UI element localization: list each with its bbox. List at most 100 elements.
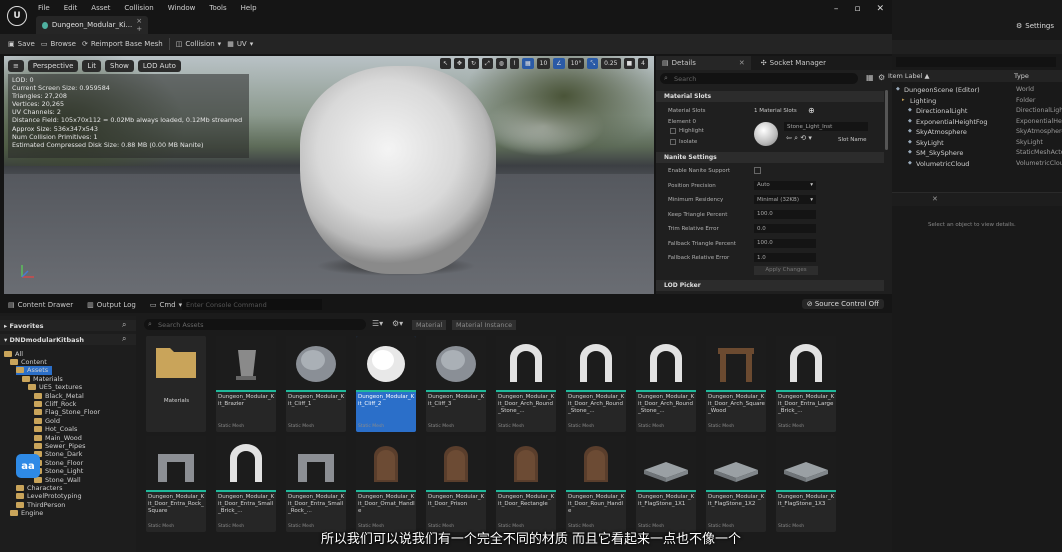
lit-button[interactable]: Lit <box>82 60 102 72</box>
menu-item-tools[interactable]: Tools <box>209 4 226 12</box>
search-icon[interactable]: ⌕ <box>122 334 126 344</box>
menu-item-asset[interactable]: Asset <box>91 4 110 12</box>
grid-snap-toggle[interactable]: ▦ <box>521 58 534 69</box>
settings-icon[interactable]: ⚙▾ <box>392 319 403 328</box>
asset-tile[interactable]: Dungeon_Modular_Kit_FlagStone_1X3 Static … <box>776 436 836 532</box>
tab-details[interactable]: ▤ Details ✕ <box>656 56 751 70</box>
add-slot-icon[interactable]: ⊕ <box>808 106 815 115</box>
asset-tile[interactable]: Dungeon_Modular_Kit_Door_Arch_Square_Woo… <box>706 336 766 432</box>
highlight-checkbox[interactable] <box>670 128 676 134</box>
asset-tile[interactable]: Dungeon_Modular_Kit_Cliff_2 Static Mesh <box>356 336 416 432</box>
menu-item-help[interactable]: Help <box>241 4 257 12</box>
reimport-button[interactable]: ⟳ Reimport Base Mesh <box>82 40 163 48</box>
outliner-search-input[interactable] <box>896 57 1056 67</box>
content-drawer-button[interactable]: ▤ Content Drawer <box>4 296 77 313</box>
material-thumbnail[interactable] <box>754 122 778 146</box>
console-command-input[interactable]: Enter Console Command <box>182 299 322 310</box>
browse-arrow-icon[interactable]: ⇦ ⌕ ⟲ ▾ <box>786 134 812 143</box>
asset-tile[interactable]: Dungeon_Modular_Kit_Door_Arch_Round_Ston… <box>636 336 696 432</box>
asset-tile[interactable]: Dungeon_Modular_Kit_Door_Roun_Handle Stat… <box>566 436 626 532</box>
close-icon[interactable]: ✕ <box>876 4 884 14</box>
mesh-viewport[interactable]: ≡ Perspective Lit Show LOD Auto ↖ ✥ ↻ ⤢ … <box>4 56 654 294</box>
show-button[interactable]: Show <box>105 60 134 72</box>
asset-tile[interactable]: Dungeon_Modular_Kit_Door_Prison Static Me… <box>426 436 486 532</box>
close-icon[interactable]: ✕ <box>739 59 745 67</box>
enable-nanite-checkbox[interactable] <box>754 167 761 174</box>
minimize-icon[interactable]: – <box>834 4 839 14</box>
favorites-header[interactable]: ▸ Favorites <box>0 320 136 331</box>
type-column[interactable]: Type <box>1014 72 1029 80</box>
nanite-settings-section[interactable]: Nanite Settings <box>656 152 884 163</box>
filter-chip-material[interactable]: Material <box>412 320 447 330</box>
output-log-button[interactable]: ▥ Output Log <box>83 296 140 313</box>
outliner-row[interactable]: ◆ ExponentialHeightFog ExponentialHeightFo… <box>892 118 1062 129</box>
asset-editor-tab[interactable]: Dungeon_Modular_Ki... × + <box>36 16 148 34</box>
grid-view-icon[interactable]: ▦ <box>866 73 874 82</box>
asset-tile[interactable]: Dungeon_Modular_Kit_Door_Entra_Small_Roc… <box>286 436 346 532</box>
menu-item-edit[interactable]: Edit <box>64 4 78 12</box>
uv-dropdown[interactable]: ▦ UV ▾ <box>227 40 253 48</box>
nanite-prop-value[interactable]: Minimal (32KB) ▾ <box>754 195 816 204</box>
surface-snap-icon[interactable]: ⌇ <box>510 58 519 69</box>
tab-socket-manager[interactable]: ✣ Socket Manager <box>755 56 832 70</box>
outliner-row[interactable]: ◆ SM_SkySphere StaticMeshActor <box>892 149 1062 160</box>
maximize-icon[interactable]: ▫ <box>854 4 860 14</box>
asset-tile[interactable]: Dungeon_Modular_Kit_Door_Arch_Round_Ston… <box>496 336 556 432</box>
outliner-row[interactable]: ◆ SkyLight SkyLight <box>892 139 1062 150</box>
asset-tile[interactable]: Dungeon_Modular_Kit_Cliff_3 Static Mesh <box>426 336 486 432</box>
scale-icon[interactable]: ⤢ <box>481 58 493 69</box>
outliner-row[interactable]: ◆ SkyAtmosphere SkyAtmosphere <box>892 128 1062 139</box>
search-icon[interactable]: ⌕ <box>122 320 126 330</box>
gear-icon[interactable]: ⚙ <box>878 73 885 82</box>
nanite-prop-value[interactable]: 0.0 <box>754 224 816 233</box>
asset-tile[interactable]: Dungeon_Modular_Kit_Door_Rectangle Static… <box>496 436 556 532</box>
cliff-rock-mesh[interactable] <box>300 66 496 274</box>
nanite-prop-value[interactable]: 100.0 <box>754 238 816 248</box>
item-label-column[interactable]: Item Label ▲ <box>888 72 929 80</box>
material-dropdown[interactable]: Stone_Light_Inst <box>784 122 868 131</box>
apply-changes-button[interactable]: Apply Changes <box>754 266 818 275</box>
nanite-prop-value[interactable]: 100.0 <box>754 209 816 219</box>
details-scrollbar[interactable] <box>885 90 888 150</box>
cmd-dropdown[interactable]: ▭ Cmd ▾ <box>146 296 186 313</box>
collision-dropdown[interactable]: ◫ Collision ▾ <box>176 40 221 48</box>
asset-tile[interactable]: Dungeon_Modular_Kit_FlagStone_1X2 Static … <box>706 436 766 532</box>
asset-tile[interactable]: Dungeon_Modular_Kit_Door_Entra_Large_Bri… <box>776 336 836 432</box>
unreal-logo-icon[interactable]: U <box>7 6 27 26</box>
source-control-button[interactable]: ⊘ Source Control Off <box>801 299 884 309</box>
asset-tile[interactable]: Dungeon_Modular_Kit_Door_Entra_Rock_Squa… <box>146 436 206 532</box>
asset-tile[interactable]: Materials <box>146 336 206 432</box>
filter-chip-material-instance[interactable]: Material Instance <box>452 320 517 330</box>
menu-item-collision[interactable]: Collision <box>124 4 153 12</box>
nanite-prop-value[interactable]: 1.0 <box>754 253 816 262</box>
asset-tile[interactable]: Dungeon_Modular_Kit_Door_Arch_Round_Ston… <box>566 336 626 432</box>
material-slots-section[interactable]: Material Slots <box>656 91 884 102</box>
folder-tree-item[interactable]: Engine <box>10 509 43 518</box>
scale-snap-toggle[interactable]: ⤡ <box>587 58 599 69</box>
project-header[interactable]: ▾ DNDmodularKitbash <box>0 334 136 345</box>
asset-tile[interactable]: Dungeon_Modular_Kit_Door_Entra_Small_Bri… <box>216 436 276 532</box>
viewport-menu-icon[interactable]: ≡ <box>8 60 24 72</box>
settings-button[interactable]: ⚙ Settings <box>1016 22 1054 30</box>
filter-icon[interactable]: ☰▾ <box>372 319 383 328</box>
camera-speed-value[interactable]: 4 <box>638 58 648 69</box>
rotate-icon[interactable]: ↻ <box>467 58 479 69</box>
asset-tile[interactable]: Dungeon_Modular_Kit_Door_Ornat_Handle Sta… <box>356 436 416 532</box>
world-icon[interactable]: ◍ <box>495 58 508 69</box>
nanite-prop-value[interactable]: Auto ▾ <box>754 180 816 190</box>
menu-item-window[interactable]: Window <box>168 4 196 12</box>
outliner-row[interactable]: ◆ DungeonScene (Editor) World <box>892 86 1062 97</box>
scale-snap-value[interactable]: 0.25 <box>601 58 621 69</box>
tab-close-icon[interactable]: × + <box>136 17 148 33</box>
asset-tile[interactable]: Dungeon_Modular_Kit_FlagStone_1X1 Static … <box>636 436 696 532</box>
rotation-snap-value[interactable]: 10° <box>567 58 585 69</box>
save-button[interactable]: ▣ Save <box>8 40 35 48</box>
asset-search-input[interactable]: Search Assets <box>144 319 366 330</box>
camera-speed-icon[interactable]: ■ <box>623 58 636 69</box>
outliner-row[interactable]: ◆ VolumetricCloud VolumetricCloud <box>892 160 1062 171</box>
lod-button[interactable]: LOD Auto <box>137 60 181 72</box>
lod-picker-section[interactable]: LOD Picker <box>656 280 884 291</box>
perspective-button[interactable]: Perspective <box>27 60 79 72</box>
browse-button[interactable]: ▭ Browse <box>41 40 76 48</box>
select-icon[interactable]: ↖ <box>439 58 451 69</box>
